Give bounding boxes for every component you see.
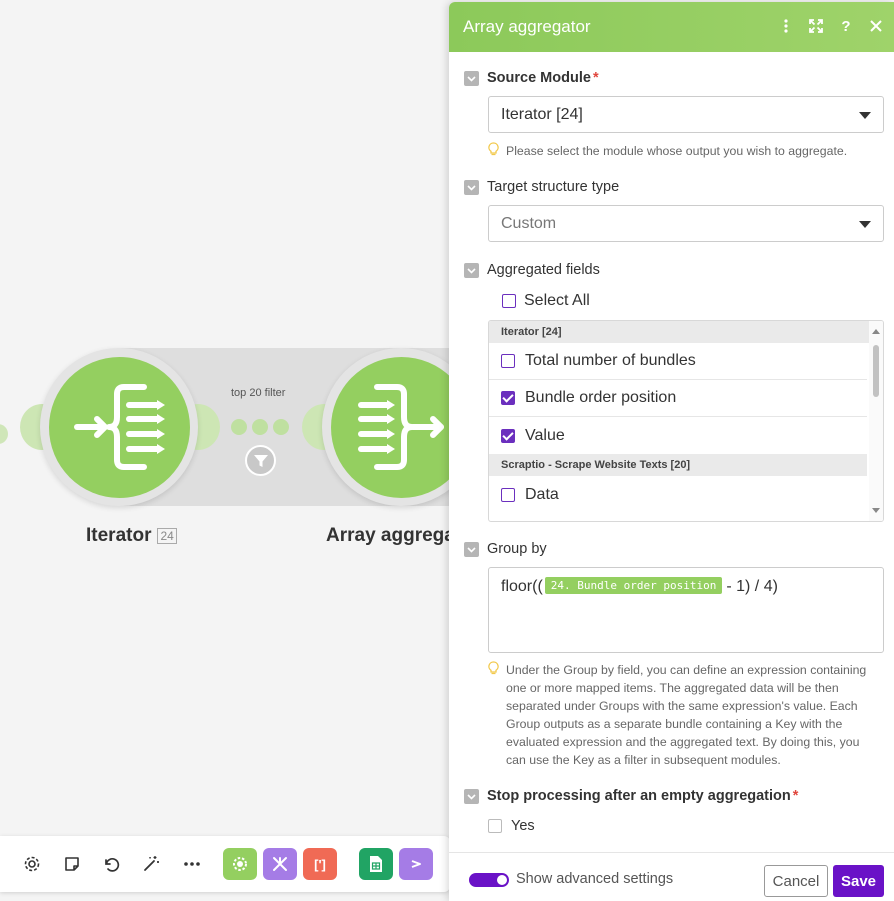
magic-wand-icon[interactable] [135, 848, 167, 880]
connector-dot [0, 424, 8, 444]
source-module-label-text: Source Module [487, 70, 591, 86]
tools-app-icon[interactable] [223, 848, 257, 880]
collapse-toggle-icon[interactable] [464, 263, 479, 278]
group-by-expression-field[interactable]: floor((24. Bundle order position - 1) / 4… [488, 567, 884, 653]
help-icon[interactable]: ? [836, 16, 856, 36]
lightbulb-icon [488, 661, 506, 769]
source-module-value: Iterator [24] [501, 105, 583, 123]
list-item[interactable]: Value [489, 417, 867, 454]
iterator-icon [74, 384, 165, 470]
flow-control-app-icon[interactable] [263, 848, 297, 880]
list-group-header: Iterator [24] [489, 321, 883, 343]
panel-footer: Show advanced settings Cancel Save [449, 852, 894, 901]
kebab-menu-icon[interactable] [776, 16, 796, 36]
collapse-toggle-icon[interactable] [464, 789, 479, 804]
source-module-select[interactable]: Iterator [24] [488, 96, 884, 133]
checkbox[interactable] [501, 487, 515, 502]
cancel-button[interactable]: Cancel [764, 865, 828, 897]
list-item-label: Bundle order position [525, 389, 677, 406]
filter-dot [273, 419, 289, 435]
aggregated-fields-label: Aggregated fields [487, 262, 600, 278]
select-all-label: Select All [524, 292, 590, 309]
funnel-icon [253, 454, 268, 467]
chevron-down-icon [859, 112, 871, 119]
list-scrollbar[interactable] [869, 321, 883, 521]
scroll-up-icon[interactable] [872, 329, 880, 334]
checkbox[interactable] [488, 819, 502, 833]
iterator-module-number: 24 [157, 527, 177, 544]
list-item-label: Data [525, 485, 559, 503]
filter-label[interactable]: top 20 filter [231, 387, 285, 399]
checkbox[interactable] [501, 428, 515, 443]
source-module-hint: Please select the module whose output yo… [488, 142, 868, 161]
lightbulb-icon [488, 142, 506, 161]
target-structure-select[interactable]: Custom [488, 205, 884, 242]
scroll-thumb[interactable] [873, 345, 879, 397]
array-aggregator-node-label: Array aggrega [326, 525, 455, 546]
filter-dot [252, 419, 268, 435]
iterator-node-label: Iterator 24 [86, 525, 177, 547]
advanced-settings-toggle[interactable] [469, 873, 509, 887]
expression-text: - 1) / 4) [726, 578, 778, 595]
array-aggregator-settings-panel: Array aggregator ? Source Module * Iterat… [449, 2, 894, 901]
source-module-hint-text: Please select the module whose output yo… [506, 144, 848, 158]
more-icon[interactable] [176, 848, 208, 880]
collapse-toggle-icon[interactable] [464, 542, 479, 557]
undo-icon[interactable] [95, 848, 127, 880]
target-structure-label: Target structure type [487, 179, 620, 195]
panel-body: Source Module * Iterator [24] Please sele… [449, 52, 894, 852]
stop-processing-label: Stop processing after an empty aggregati… [487, 788, 799, 804]
settings-icon[interactable] [16, 848, 48, 880]
list-item-label: Total number of bundles [525, 352, 696, 369]
filter-dot [231, 419, 247, 435]
advanced-settings-label[interactable]: Show advanced settings [516, 871, 673, 887]
close-icon[interactable] [866, 16, 886, 36]
iterator-label-text: Iterator [86, 525, 152, 546]
notes-icon[interactable] [56, 848, 88, 880]
select-all-checkbox[interactable]: Select All [502, 292, 590, 310]
save-button[interactable]: Save [833, 865, 884, 897]
checkbox[interactable] [501, 391, 515, 405]
google-sheets-app-icon[interactable] [359, 848, 393, 880]
checkbox[interactable] [501, 354, 515, 368]
collapse-toggle-icon[interactable] [464, 180, 479, 195]
json-app-icon[interactable]: ['] [303, 848, 337, 880]
list-item[interactable]: Bundle order position [489, 380, 867, 417]
list-group-header: Scraptio - Scrape Website Texts [20] [489, 454, 867, 476]
chevron-down-icon [859, 221, 871, 228]
aggregated-fields-list[interactable]: Iterator [24] Total number of bundles Bu… [488, 320, 884, 522]
bottom-toolbar: ['] [0, 836, 450, 892]
panel-title: Array aggregator [463, 17, 591, 36]
iterator-node[interactable] [49, 357, 190, 498]
group-by-label: Group by [487, 541, 547, 557]
list-item[interactable]: Data [489, 476, 867, 513]
mapped-item-pill[interactable]: 24. Bundle order position [544, 577, 723, 594]
stop-processing-yes-checkbox[interactable]: Yes [488, 818, 535, 834]
list-item-label: Value [525, 426, 565, 444]
collapse-toggle-icon[interactable] [464, 71, 479, 86]
list-item[interactable]: Total number of bundles [489, 343, 867, 380]
group-by-hint-text: Under the Group by field, you can define… [506, 663, 867, 767]
source-module-label: Source Module * [487, 70, 599, 86]
panel-header: Array aggregator ? [449, 2, 894, 52]
stop-processing-label-text: Stop processing after an empty aggregati… [487, 788, 791, 804]
make-app-icon[interactable] [399, 848, 433, 880]
expression-text: floor(( [501, 578, 543, 595]
checkbox[interactable] [502, 294, 516, 308]
scroll-down-icon[interactable] [872, 508, 880, 513]
yes-label: Yes [511, 818, 535, 834]
filter-button[interactable] [245, 445, 276, 476]
group-by-hint: Under the Group by field, you can define… [488, 661, 868, 769]
target-structure-value: Custom [501, 214, 557, 232]
expand-icon[interactable] [806, 16, 826, 36]
